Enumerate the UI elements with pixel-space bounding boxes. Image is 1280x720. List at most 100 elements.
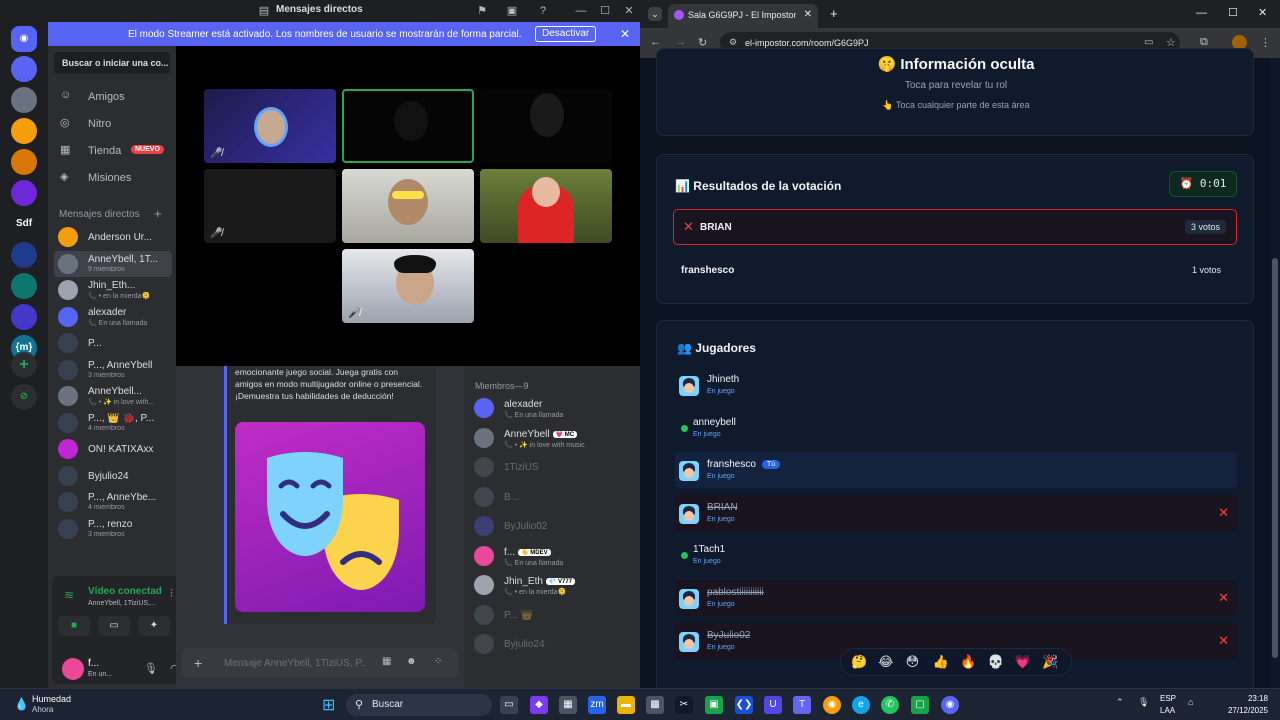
dm-item[interactable]: alexader 📞 En una llamada (54, 304, 172, 330)
member-item[interactable]: B... (474, 485, 634, 511)
dm-item[interactable]: Byjulio24 (54, 463, 172, 489)
capcut-icon[interactable]: ✂ (675, 696, 693, 714)
player-row[interactable]: pablostiiiiiiiiiii En juego ✕ (675, 580, 1237, 616)
inbox-icon[interactable]: ▣ (504, 3, 520, 19)
reaction-emoji-icon[interactable]: 💀 (988, 654, 1004, 670)
language-indicator[interactable]: ESP LAA (1160, 693, 1176, 717)
embed-image[interactable] (235, 422, 425, 612)
dm-item[interactable]: Anderson Ur... (54, 224, 172, 250)
reaction-emoji-icon[interactable]: 💗 (1015, 654, 1031, 670)
discord-home-icon[interactable]: ◉ (11, 26, 37, 52)
activities-button[interactable]: ✦ (138, 616, 170, 636)
member-item[interactable]: P... 👑 (474, 603, 634, 629)
flag-icon[interactable]: ⚑ (474, 3, 490, 19)
new-tab-icon[interactable]: + (830, 6, 838, 21)
member-item[interactable]: 1TiziUS (474, 455, 634, 481)
video-tile[interactable]: 🎤̸ (204, 169, 336, 243)
clock[interactable]: 23:18 27/12/2025 (1208, 693, 1268, 717)
microphone-icon[interactable]: 🎙 (144, 662, 158, 675)
server-icon[interactable] (11, 87, 37, 113)
player-row[interactable]: anneybell En juego (675, 410, 1237, 446)
server-icon[interactable] (11, 304, 37, 330)
minimize-button[interactable]: — (570, 2, 592, 20)
help-icon[interactable]: ? (535, 3, 551, 19)
dm-item[interactable]: AnneYbell... 📞 • ✨ in love with... (54, 383, 172, 409)
task-view-icon[interactable]: ▭ (500, 696, 518, 714)
back-icon[interactable]: ← (650, 36, 661, 48)
tray-mic-icon[interactable]: 🎙 (1138, 697, 1149, 708)
gift-icon[interactable]: ▦ (382, 656, 391, 667)
tray-chevron-icon[interactable]: ⌃ (1116, 697, 1124, 708)
nav-quests[interactable]: ◈ Misiones (56, 167, 172, 189)
app-icon[interactable]: ▩ (646, 696, 664, 714)
chrome-icon[interactable]: ◉ (823, 696, 841, 714)
close-button[interactable]: ✕ (618, 2, 640, 20)
player-row[interactable]: Jhineth En juego (675, 367, 1237, 403)
close-tab-icon[interactable]: ✕ (804, 9, 812, 20)
member-item[interactable]: ByJulio02 (474, 514, 634, 540)
video-tile-speaking[interactable] (342, 89, 474, 163)
message-input[interactable]: + Mensaje AnneYbell, 1TiziUS, P... ▦ ☻ ⁘ (182, 648, 458, 678)
copilot-icon[interactable]: ◆ (530, 696, 548, 714)
emoji-icon[interactable]: ☻ (406, 656, 417, 667)
dm-item[interactable]: P..., AnneYbe... 4 miembros (54, 489, 172, 515)
unity-icon[interactable]: U (764, 696, 782, 714)
menu-icon[interactable]: ⋮ (1260, 36, 1271, 49)
server-icon[interactable] (11, 242, 37, 268)
reaction-emoji-icon[interactable]: 🔥 (960, 654, 976, 670)
windows-start-icon[interactable]: ⊞ (322, 695, 335, 715)
dm-item[interactable]: ON! KATIXAxx (54, 436, 172, 462)
folder-icon[interactable]: ▬ (617, 696, 635, 714)
member-item[interactable]: f... 👋 MDEV 📞 En una llamada (474, 544, 634, 570)
reaction-emoji-icon[interactable]: 😳 (906, 654, 920, 670)
noise-suppression-icon[interactable]: ⫶ (170, 588, 173, 601)
tab-active[interactable]: Sala G6G9PJ - El Impostor Gam ✕ (668, 4, 818, 28)
attach-plus-icon[interactable]: + (194, 655, 202, 671)
dm-item[interactable]: P..., 👑 🐞, P... 4 miembros (54, 410, 172, 436)
edge-icon[interactable]: e (852, 696, 870, 714)
nav-shop[interactable]: ▦ Tienda NUEVO (56, 140, 172, 162)
member-item[interactable]: Byjulio24 (474, 632, 634, 658)
close-window-button[interactable]: ✕ (1258, 6, 1267, 19)
player-row[interactable]: 1Tach1 En juego (675, 537, 1237, 573)
video-tile[interactable]: 🎤̸ (204, 89, 336, 163)
server-icon[interactable] (11, 118, 37, 144)
server-icon[interactable]: Sdf (11, 211, 37, 237)
server-icon[interactable] (11, 56, 37, 82)
server-icon[interactable] (11, 149, 37, 175)
explore-icon[interactable]: ⊘ (11, 384, 37, 410)
maximize-button[interactable]: ☐ (594, 2, 616, 20)
app-green-icon[interactable]: ▢ (911, 696, 929, 714)
minimize-button[interactable]: — (1196, 7, 1207, 19)
member-item[interactable]: AnneYbell 💗 MC 📞 • ✨ in love with music (474, 426, 634, 452)
apps-icon[interactable]: ⁘ (434, 656, 442, 667)
close-banner-icon[interactable]: ✕ (620, 27, 630, 41)
server-icon[interactable] (11, 180, 37, 206)
forward-icon[interactable]: → (675, 36, 686, 48)
dm-item[interactable]: P..., renzo 3 miembros (54, 516, 172, 542)
reaction-emoji-icon[interactable]: 🎉 (1042, 654, 1058, 670)
vscode-icon[interactable]: ❮❯ (735, 696, 753, 714)
dm-item[interactable]: P... (54, 330, 172, 356)
member-item[interactable]: alexader 📞 En una llamada (474, 396, 634, 422)
store-icon[interactable]: ▦ (559, 696, 577, 714)
taskbar-search[interactable]: ⚲ Buscar (346, 694, 492, 716)
video-tile[interactable]: 🎤̸ (342, 249, 474, 323)
cast-icon[interactable]: ▭ (1144, 37, 1153, 48)
network-icon[interactable]: ⌂ (1188, 697, 1193, 707)
video-tile[interactable] (480, 89, 612, 163)
tab-search-icon[interactable]: ⌄ (648, 7, 662, 21)
scrollbar-thumb[interactable] (1272, 258, 1278, 658)
dm-item[interactable]: P..., AnneYbell 3 miembros (54, 357, 172, 383)
video-tile[interactable] (342, 169, 474, 243)
hidden-info-card[interactable]: 🤫 Información oculta Toca para revelar t… (656, 48, 1254, 136)
nav-nitro[interactable]: ◎ Nitro (56, 113, 172, 135)
zoom-icon[interactable]: zm (588, 696, 606, 714)
dm-item[interactable]: Jhin_Eth... 📞 • en la mierda🫠 (54, 277, 172, 303)
member-item[interactable]: Jhin_Eth 💎 V777 📞 • en la mierda🫠 (474, 573, 634, 599)
nav-friends[interactable]: ☺ Amigos (56, 86, 172, 108)
add-server-icon[interactable]: + (11, 352, 37, 378)
disable-streamer-button[interactable]: Desactivar (535, 26, 597, 42)
create-dm-icon[interactable]: + (154, 206, 162, 221)
video-tile[interactable] (480, 169, 612, 243)
